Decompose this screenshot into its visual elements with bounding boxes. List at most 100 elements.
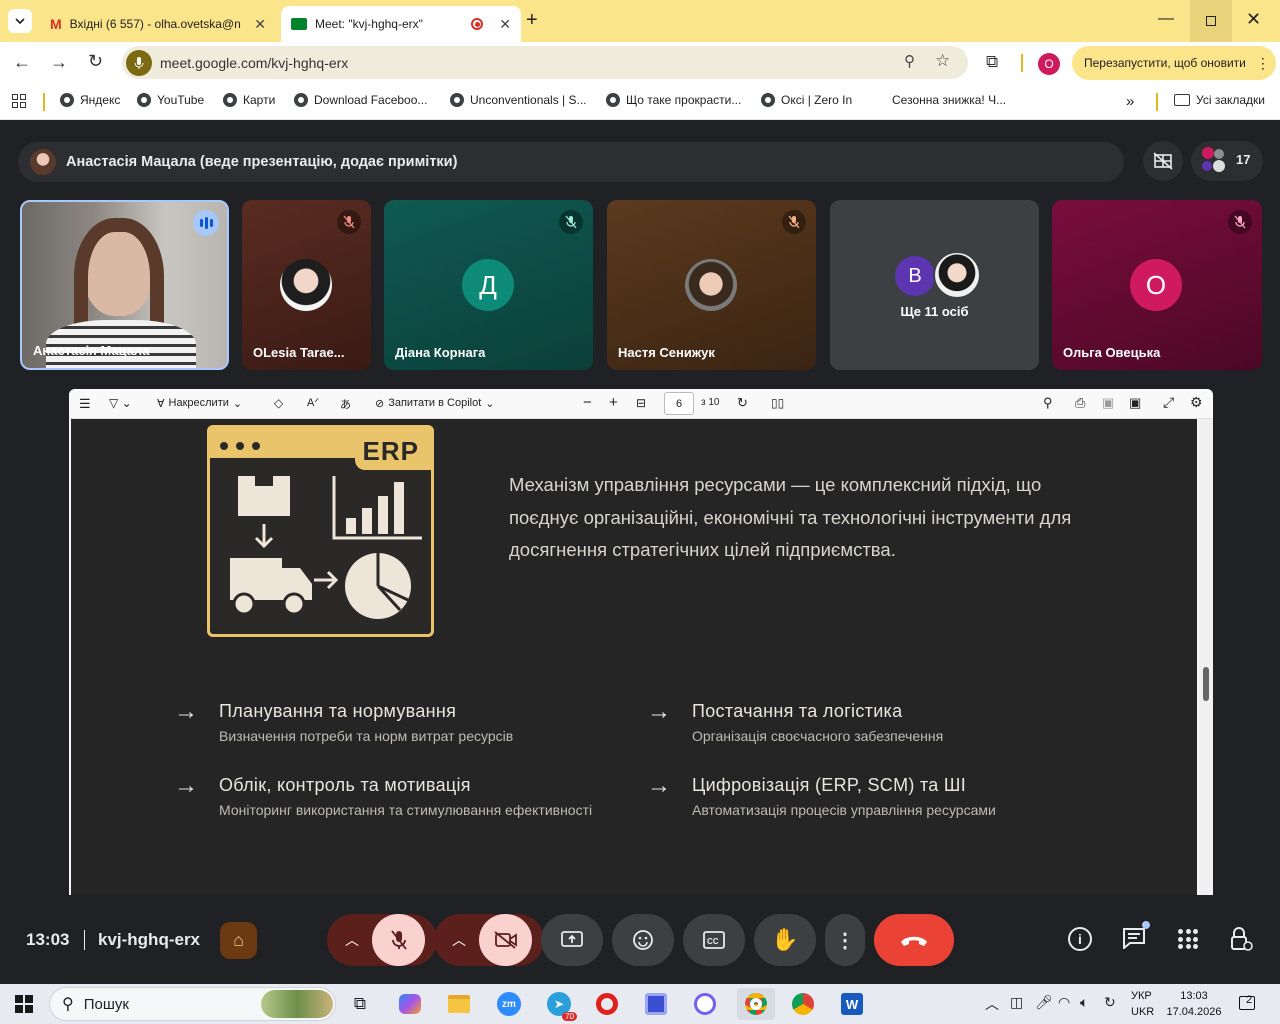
- extensions-icon[interactable]: ⧉: [986, 52, 998, 72]
- task-view-icon[interactable]: ⧉: [344, 988, 376, 1020]
- copilot-button[interactable]: ⊘ Запитати в Copilot ⌄: [375, 397, 494, 410]
- opera-icon[interactable]: [591, 988, 623, 1020]
- tab-meet[interactable]: Meet: "kvj-hghq-erx" ✕: [281, 6, 521, 42]
- bookmark-item[interactable]: Download Faceboo...: [294, 93, 427, 107]
- bookmark-item[interactable]: Unconventionals | S...: [450, 93, 587, 107]
- wifi-icon[interactable]: ◠: [1058, 994, 1070, 1011]
- clock[interactable]: 13:03 17.04.2026: [1165, 988, 1223, 1020]
- tab-gmail[interactable]: M Вхідні (6 557) - olha.ovetska@n ✕: [40, 6, 276, 42]
- bookmark-item[interactable]: Яндекс: [60, 93, 120, 107]
- close-tab-icon[interactable]: ✕: [254, 16, 266, 33]
- show-hidden-icons[interactable]: ︿: [985, 994, 999, 1014]
- scrollbar-thumb[interactable]: [1203, 667, 1209, 701]
- zoom-in-icon[interactable]: +: [609, 394, 618, 411]
- onedrive-sync-icon[interactable]: ↻: [1104, 994, 1116, 1011]
- bookmark-item[interactable]: Сезонна знижка! Ч...: [892, 93, 1006, 107]
- page-view-icon[interactable]: ▯▯: [771, 396, 784, 410]
- avatar: B: [893, 254, 937, 298]
- video-tile[interactable]: Настя Сенижук: [607, 200, 816, 370]
- word-icon[interactable]: W: [836, 988, 868, 1020]
- app-icon-save[interactable]: [640, 988, 672, 1020]
- captions-button[interactable]: CC: [683, 914, 745, 966]
- taskbar-search-box[interactable]: ⚲ Пошук: [49, 987, 336, 1021]
- new-tab-icon[interactable]: +: [526, 9, 538, 32]
- viber-icon[interactable]: [689, 988, 721, 1020]
- apps-grid-icon[interactable]: [12, 94, 26, 108]
- video-tile-speaker[interactable]: Анастасія Мацала: [20, 200, 229, 370]
- microphone-tray-icon[interactable]: 🎤︎: [1035, 994, 1053, 1011]
- language-indicator[interactable]: УКР UKR: [1131, 988, 1154, 1020]
- restore-window-button[interactable]: [1190, 0, 1232, 42]
- pdf-toolbar: ☰ ▽ ⌄ ∀ Накреслити ⌄ ◇ Aᐟ あ ⊘ Запитати в…: [69, 389, 1213, 419]
- mic-toggle-button[interactable]: [372, 914, 425, 966]
- all-bookmarks-button[interactable]: Усі закладки: [1174, 93, 1265, 107]
- address-bar[interactable]: meet.google.com/kvj-hghq-erx ⚲ ☆: [122, 46, 968, 79]
- relaunch-update-button[interactable]: Перезапустити, щоб оновити ⋮: [1072, 46, 1276, 80]
- zoom-app-icon[interactable]: zm: [493, 988, 525, 1020]
- settings-icon[interactable]: ⚙: [1190, 394, 1203, 411]
- zoom-out-icon[interactable]: −: [583, 394, 592, 411]
- read-aloud-icon[interactable]: Aᐟ: [307, 396, 319, 409]
- save-as-icon[interactable]: ▣: [1129, 395, 1141, 411]
- forward-icon[interactable]: →: [50, 52, 68, 73]
- hand-icon: ✋: [771, 927, 799, 952]
- camera-toggle-button[interactable]: [479, 914, 532, 966]
- video-tile[interactable]: О Ольга Овецька: [1052, 200, 1262, 370]
- video-tile[interactable]: OLesia Tarae...: [242, 200, 371, 370]
- contents-icon[interactable]: ☰: [79, 396, 91, 412]
- present-screen-button[interactable]: [541, 914, 603, 966]
- bookmark-item[interactable]: Карти: [223, 93, 275, 107]
- host-lock-icon[interactable]: [1229, 926, 1253, 952]
- more-bookmarks-icon[interactable]: »: [1126, 93, 1134, 110]
- bookmark-item[interactable]: YouTube: [137, 93, 204, 107]
- chrome-icon-active[interactable]: [737, 988, 775, 1020]
- telegram-icon[interactable]: ➤ 70: [543, 988, 577, 1021]
- search-icon[interactable]: ⚲: [1043, 395, 1053, 411]
- bookmark-item[interactable]: Оксі | Zero In: [761, 93, 852, 107]
- page-number-input[interactable]: 6: [664, 392, 694, 415]
- video-tile[interactable]: Д Діана Корнага: [384, 200, 593, 370]
- save-icon[interactable]: ▣: [1102, 395, 1114, 411]
- file-explorer-icon[interactable]: [443, 988, 475, 1020]
- notifications-icon[interactable]: 2: [1239, 994, 1259, 1014]
- slide-description: Механізм управління ресурсами — це компл…: [509, 474, 1072, 560]
- leave-call-button[interactable]: [874, 914, 954, 966]
- reactions-button[interactable]: [612, 914, 674, 966]
- reload-icon[interactable]: ↻: [88, 51, 103, 72]
- copilot-app-icon[interactable]: [394, 988, 426, 1020]
- close-window-icon[interactable]: ✕: [1246, 9, 1261, 30]
- profile-avatar[interactable]: О: [1038, 53, 1060, 75]
- volume-icon[interactable]: 🔈︎: [1080, 994, 1088, 1011]
- participants-button[interactable]: 17: [1191, 141, 1263, 181]
- bookmark-item[interactable]: Що таке прокрасти...: [606, 93, 741, 107]
- chrome-icon[interactable]: [787, 988, 819, 1020]
- chat-icon[interactable]: [1122, 921, 1150, 951]
- back-icon[interactable]: ←: [13, 52, 31, 73]
- rotate-icon[interactable]: ↻: [737, 395, 748, 411]
- pdf-scrollbar[interactable]: [1199, 419, 1213, 895]
- more-options-button[interactable]: ⋮: [825, 914, 865, 966]
- raise-hand-button[interactable]: ✋: [754, 914, 816, 966]
- draw-button[interactable]: ∀ Накреслити ⌄: [157, 397, 242, 410]
- bookmark-star-icon[interactable]: ☆: [935, 51, 950, 71]
- presenter-bar: Анастасія Мацала (веде презентацію, дода…: [18, 142, 1124, 182]
- present-icon: [561, 931, 583, 947]
- host-controls-icon[interactable]: ⌂: [220, 922, 257, 959]
- activities-icon[interactable]: [1178, 929, 1198, 949]
- hide-tiles-button[interactable]: [1143, 141, 1183, 181]
- zoom-icon[interactable]: ⚲: [904, 52, 915, 70]
- avatar: Д: [462, 259, 514, 311]
- fit-page-icon[interactable]: ⊟: [636, 396, 646, 410]
- erase-icon[interactable]: ◇: [274, 396, 283, 410]
- fullscreen-icon[interactable]: ⤢: [1163, 394, 1174, 411]
- start-button[interactable]: [8, 988, 40, 1020]
- close-tab-icon[interactable]: ✕: [499, 16, 511, 33]
- tray-app-icon[interactable]: ◫: [1010, 994, 1023, 1011]
- tab-search-button[interactable]: [8, 9, 32, 33]
- print-icon[interactable]: ⎙: [1075, 395, 1085, 411]
- highlight-icon[interactable]: ▽ ⌄: [109, 396, 132, 410]
- minimize-icon[interactable]: —: [1158, 10, 1174, 28]
- translate-icon[interactable]: あ: [340, 396, 351, 412]
- others-tile[interactable]: B Ще 11 осіб: [830, 200, 1039, 370]
- meeting-info-icon[interactable]: i: [1068, 927, 1092, 951]
